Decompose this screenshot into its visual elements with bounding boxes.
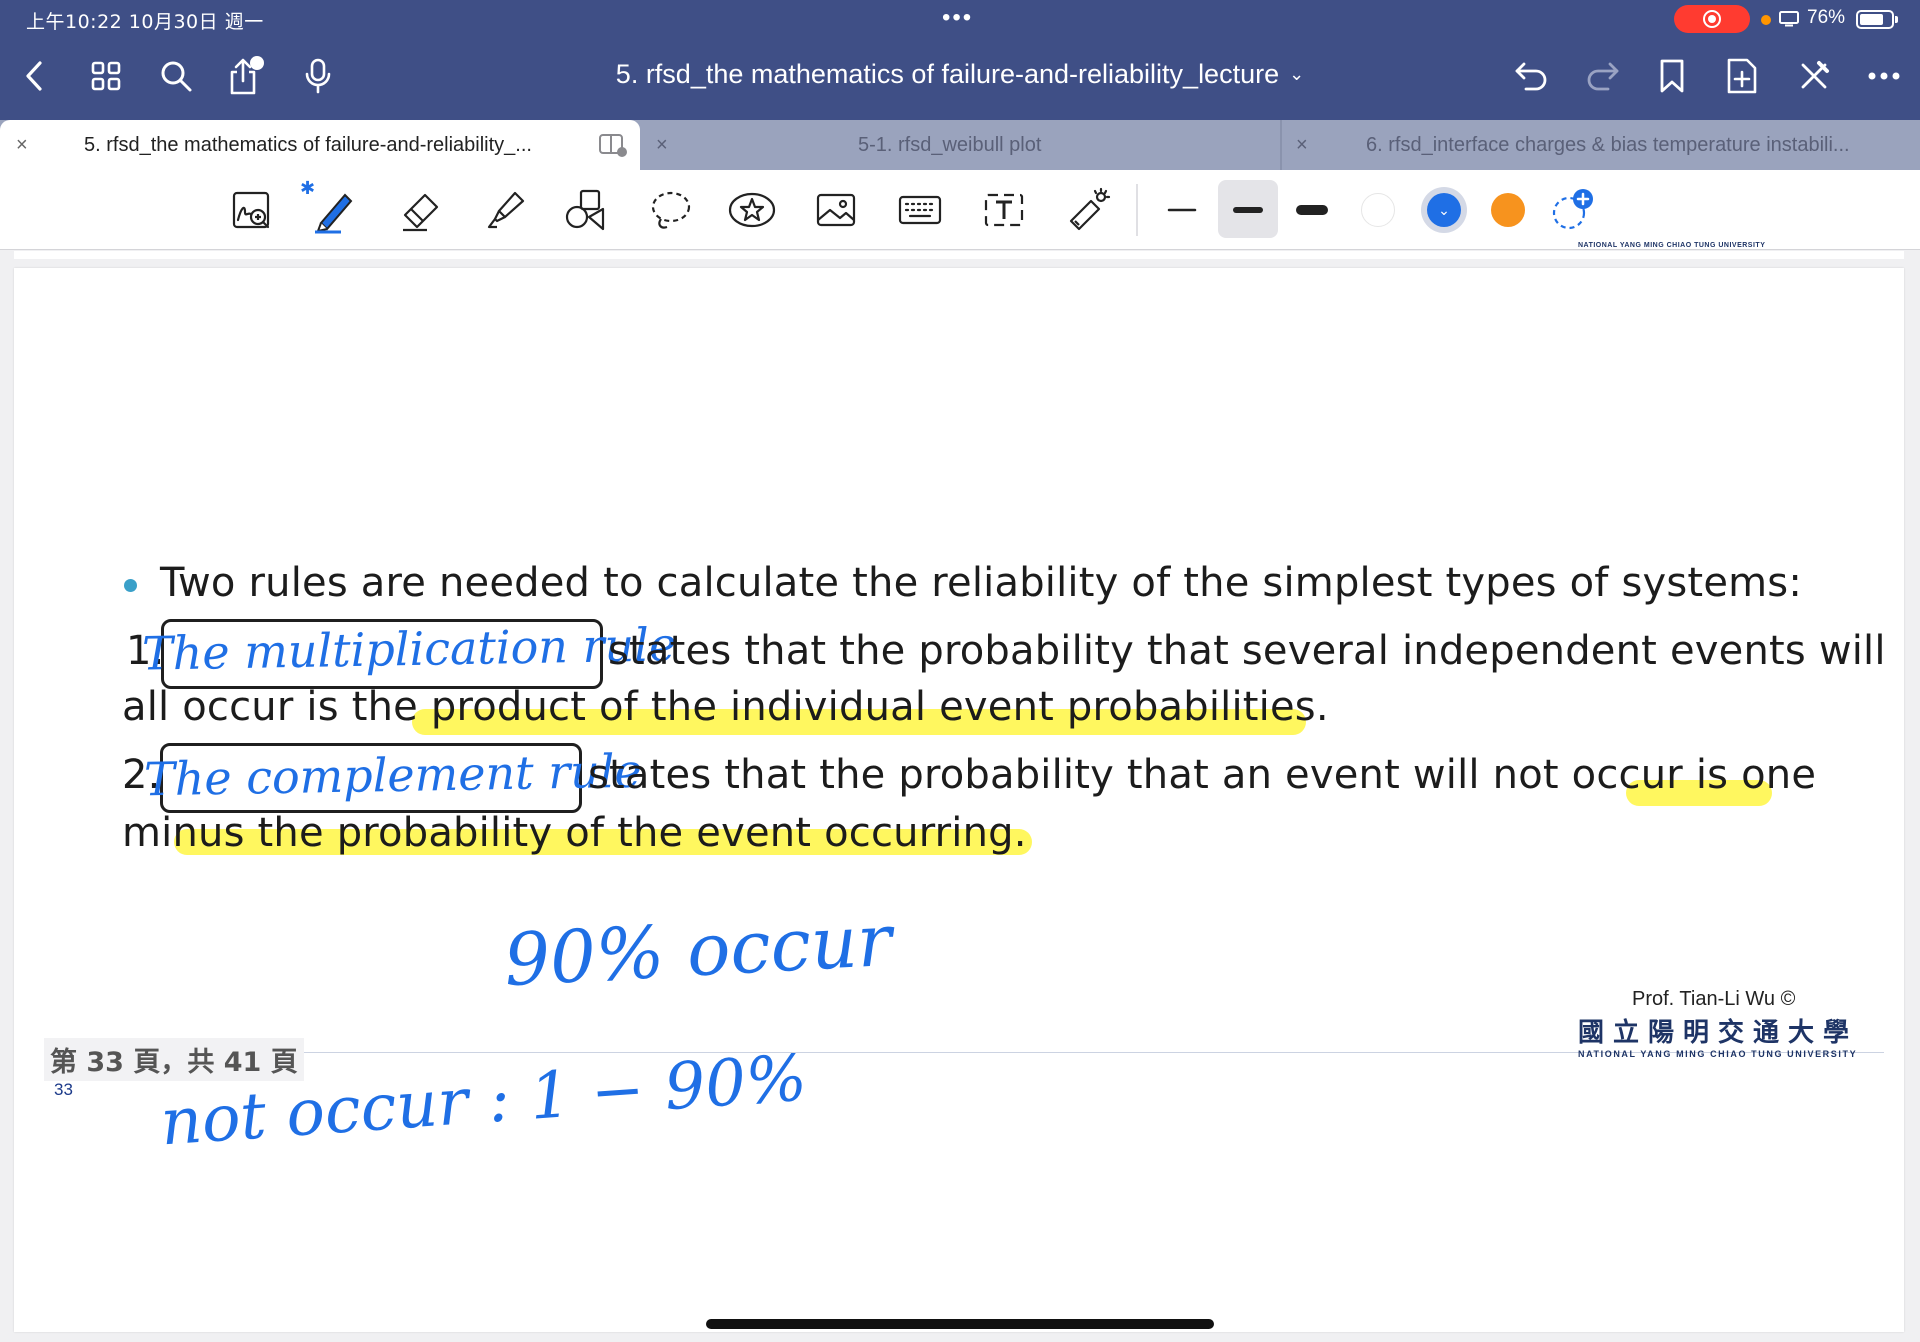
screen-record-icon[interactable] xyxy=(1674,5,1750,33)
pen-icon[interactable] xyxy=(306,184,362,236)
stroke-medium-icon[interactable] xyxy=(1220,184,1276,236)
keyboard-icon[interactable] xyxy=(892,184,948,236)
rule2-handwriting: The complement rule xyxy=(143,743,643,807)
previous-page-edge xyxy=(14,251,1904,259)
battery-icon xyxy=(1856,10,1898,29)
battery-percent: 76% xyxy=(1807,7,1846,28)
bullet-text: Two rules are needed to calculate the re… xyxy=(160,560,1803,606)
toolbar-divider xyxy=(1136,184,1138,236)
color-orange-swatch[interactable] xyxy=(1480,184,1536,236)
rule2-text-line1: states that the probability that an even… xyxy=(588,752,1817,798)
tab-lecture[interactable]: × 5. rfsd_the mathematics of failure-and… xyxy=(0,120,640,170)
tab-label: 6. rfsd_interface charges & bias tempera… xyxy=(1366,133,1850,156)
app-chrome: 上午10:22 10月30日 週一 ••• 76% 5. rfsd_the ma… xyxy=(0,0,1920,120)
annotation-toolbar: ✱ ⌄ xyxy=(0,170,1920,250)
note-occur: 90% occur xyxy=(502,897,894,1003)
previous-page-logo: NATIONAL YANG MING CHIAO TUNG UNIVERSITY xyxy=(1578,242,1766,249)
university-logo-en: NATIONAL YANG MING CHIAO TUNG UNIVERSITY xyxy=(1578,1049,1858,1059)
image-icon[interactable] xyxy=(808,184,864,236)
rule2-text-line2: minus the probability of the event occur… xyxy=(122,810,1027,856)
more-icon[interactable] xyxy=(1864,56,1904,96)
add-page-icon[interactable] xyxy=(1722,56,1762,96)
shapes-icon[interactable] xyxy=(558,184,614,236)
multitask-dots-icon[interactable]: ••• xyxy=(942,4,973,32)
share-icon[interactable] xyxy=(226,56,266,96)
tab-weibull[interactable]: × 5-1. rfsd_weibull plot xyxy=(642,120,1280,170)
laser-pointer-icon[interactable] xyxy=(1060,184,1116,236)
text-box-icon[interactable] xyxy=(976,184,1032,236)
professor-credit: Prof. Tian-Li Wu © xyxy=(1632,988,1796,1010)
close-edit-icon[interactable] xyxy=(1794,56,1834,96)
color-blue-swatch[interactable]: ⌄ xyxy=(1416,184,1472,236)
bookmark-icon[interactable] xyxy=(1652,56,1692,96)
redo-icon[interactable] xyxy=(1582,56,1622,96)
zoom-write-icon[interactable] xyxy=(224,184,280,236)
rule1-handwriting: The multiplication rule xyxy=(141,617,677,681)
university-logo-cn: 國立陽明交通大學 xyxy=(1578,1018,1859,1048)
search-icon[interactable] xyxy=(156,56,196,96)
close-icon[interactable]: × xyxy=(1296,134,1308,157)
tab-label: 5-1. rfsd_weibull plot xyxy=(858,133,1042,156)
close-icon[interactable]: × xyxy=(16,134,28,157)
add-color-button[interactable] xyxy=(1544,184,1600,236)
lasso-icon[interactable] xyxy=(642,184,698,236)
chevron-down-icon: ⌄ xyxy=(1427,193,1461,227)
status-time: 上午10:22 10月30日 週一 xyxy=(26,11,264,33)
tab-interface-charges[interactable]: × 6. rfsd_interface charges & bias tempe… xyxy=(1282,120,1920,170)
document-title: 5. rfsd_the mathematics of failure-and-r… xyxy=(0,59,1920,90)
page-indicator: 第 33 頁，共 41 頁 xyxy=(44,1038,304,1081)
stroke-thin-icon[interactable] xyxy=(1154,184,1210,236)
screen-mirroring-icon xyxy=(1779,11,1799,27)
tab-bar: × 5. rfsd_the mathematics of failure-and… xyxy=(0,120,1920,170)
rule1-text-line1: states that the probability that several… xyxy=(608,628,1886,674)
slide-number: 33 xyxy=(54,1080,73,1099)
chevron-down-icon[interactable]: ⌄ xyxy=(1289,64,1304,84)
close-icon[interactable]: × xyxy=(656,134,668,157)
status-bar: 上午10:22 10月30日 週一 ••• 76% xyxy=(0,0,1920,38)
document-title-text[interactable]: 5. rfsd_the mathematics of failure-and-r… xyxy=(616,59,1279,89)
pdf-page[interactable]: Two rules are needed to calculate the re… xyxy=(14,268,1904,1332)
highlighter-icon[interactable] xyxy=(476,184,532,236)
mic-in-use-icon xyxy=(1761,15,1771,25)
grid-icon[interactable] xyxy=(86,56,126,96)
back-icon[interactable] xyxy=(14,56,54,96)
rule1-text-line2: all occur is the product of the individu… xyxy=(122,684,1329,730)
sticker-icon[interactable] xyxy=(724,184,780,236)
color-white-swatch[interactable] xyxy=(1350,184,1406,236)
stroke-thick-icon[interactable] xyxy=(1284,184,1340,236)
microphone-icon[interactable] xyxy=(298,56,338,96)
bullet-dot xyxy=(124,579,137,592)
home-indicator[interactable] xyxy=(706,1319,1214,1329)
eraser-icon[interactable] xyxy=(392,184,448,236)
tab-label: 5. rfsd_the mathematics of failure-and-r… xyxy=(84,133,532,156)
split-view-icon[interactable] xyxy=(598,132,628,158)
undo-icon[interactable] xyxy=(1512,56,1552,96)
